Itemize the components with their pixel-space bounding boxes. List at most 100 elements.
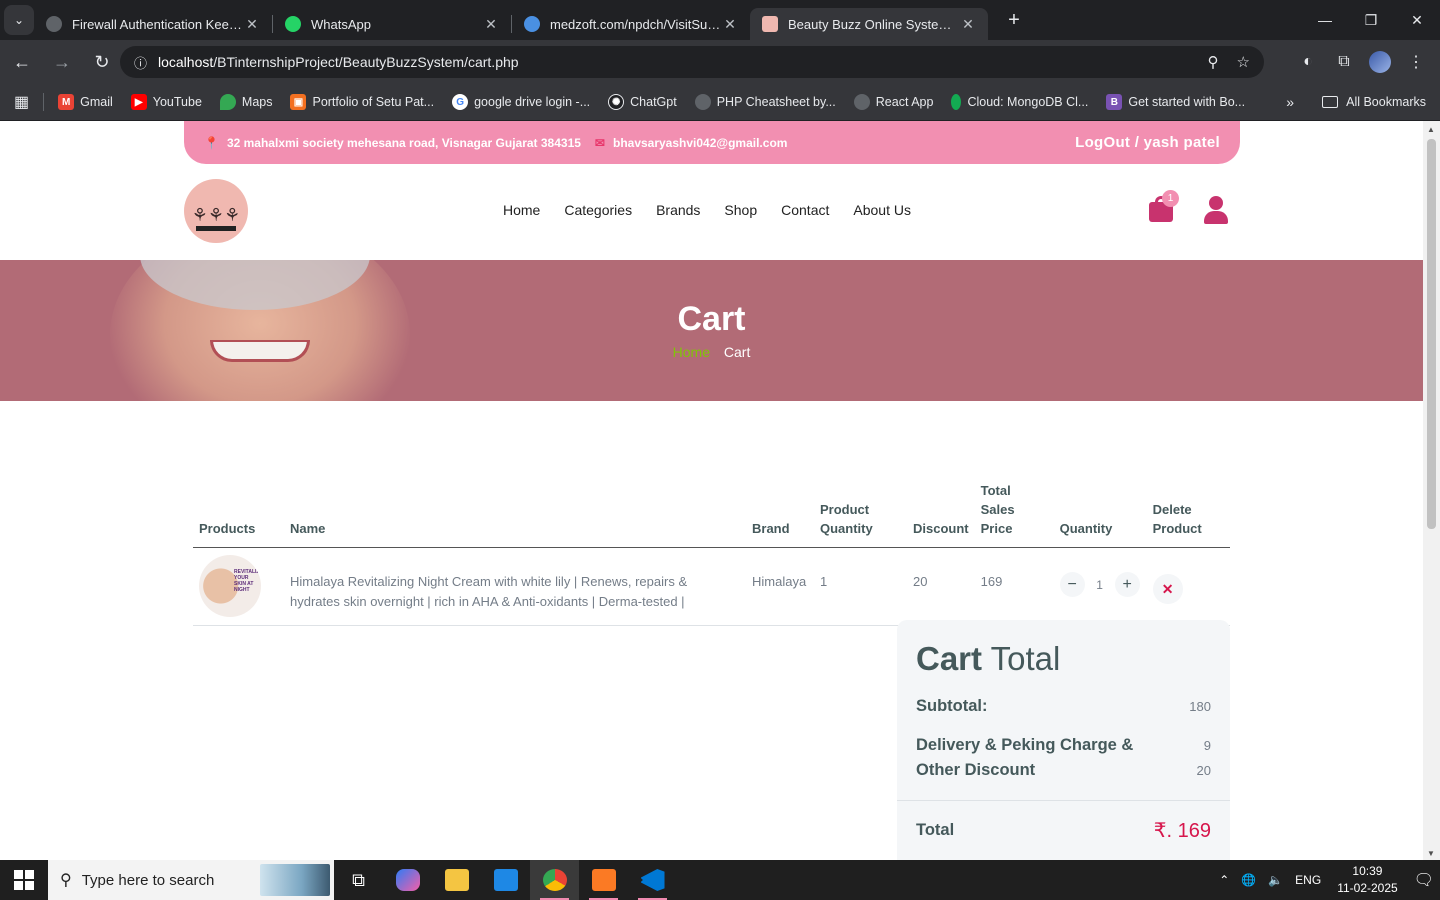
close-icon[interactable]: ✕ [722,16,738,33]
page-scrollbar[interactable]: ▲ ▼ [1423,121,1440,860]
url-text[interactable]: localhost/BTinternshipProject/BeautyBuzz… [158,54,1190,70]
bookmark-item[interactable]: Ggoogle drive login -... [452,94,590,110]
grand-total-value: ₹. 169 [1153,820,1211,842]
subtotal-value: 180 [1189,699,1211,714]
folder-icon [1322,96,1339,108]
nav-shop[interactable]: Shop [724,202,757,218]
close-icon[interactable]: ✕ [483,16,499,33]
breadcrumb-home-link[interactable]: Home [673,344,710,360]
browser-tab[interactable]: Firewall Authentication Keepalive ✕ [34,8,272,40]
cart-total-heading-rest: Total [982,640,1061,677]
bookmark-item[interactable]: M Gmail [58,94,113,110]
all-bookmarks-button[interactable]: All Bookmarks [1322,95,1426,109]
minus-icon[interactable]: − [1059,572,1085,597]
system-tray: ⌃ 🌐 🔈 ENG 10:39 11-02-2025 🗨 [1213,860,1440,900]
vscode-icon[interactable] [628,860,677,900]
windows-taskbar: ⚲ Type here to search ⧉ ⌃ 🌐 🔈 ENG 10:39 … [0,860,1440,900]
copilot-icon[interactable] [383,860,432,900]
browser-tab-active[interactable]: Beauty Buzz Online System - Ca ✕ [750,8,988,40]
scroll-up-icon[interactable]: ▲ [1427,125,1435,134]
new-tab-button[interactable]: + [1000,9,1028,32]
cart-table: Products Name Brand Product Quantity Dis… [193,481,1230,626]
notifications-icon[interactable]: 🗨 [1414,870,1434,890]
page-hero-banner: Cart Home Cart [0,260,1423,401]
back-arrow-icon[interactable]: ← [4,44,40,80]
microsoft-store-icon[interactable] [481,860,530,900]
bookmark-label: Portfolio of Setu Pat... [312,95,435,109]
bookmark-item[interactable]: ✺ ChatGpt [608,94,677,110]
nav-about-us[interactable]: About Us [853,202,911,218]
bookmark-item[interactable]: React App [853,94,933,110]
bookmark-label: Gmail [80,95,113,109]
task-view-icon[interactable]: ⧉ [334,860,383,900]
nav-home[interactable]: Home [503,202,540,218]
nav-brands[interactable]: Brands [656,202,700,218]
col-quantity: Quantity [1053,481,1147,548]
windows-start-icon[interactable] [0,860,48,900]
browser-tab[interactable]: WhatsApp ✕ [273,8,511,40]
tray-chevron-up-icon[interactable]: ⌃ [1219,873,1229,887]
bookmark-item[interactable]: ▣ Portfolio of Setu Pat... [290,94,434,110]
delete-x-icon[interactable]: ✕ [1152,574,1183,604]
nav-contact[interactable]: Contact [781,202,829,218]
network-globe-icon[interactable]: 🌐 [1241,873,1256,887]
contact-topbar: 📍 32 mahalxmi society mehesana road, Vis… [184,121,1240,164]
speaker-icon[interactable]: 🔈 [1268,873,1283,887]
user-icon[interactable] [1203,196,1229,224]
site-logo[interactable]: ⚘⚘⚘ [184,179,248,243]
envelope-icon: ✉ [594,135,605,150]
scroll-down-icon[interactable]: ▼ [1427,849,1435,858]
restore-icon[interactable]: ❐ [1348,0,1394,40]
product-image-cell: REVITALIZE YOUR SKIN AT NIGHT [193,547,284,626]
bookmark-item[interactable]: B Get started with Bo... [1106,94,1245,110]
chrome-icon[interactable] [530,860,579,900]
close-window-icon[interactable]: ✕ [1394,0,1440,40]
extension-status-icon[interactable]: ◐ [1290,44,1326,80]
bookmarks-bar: ▦ M Gmail ▶ YouTube Maps ▣ Portfolio of Set… [0,84,1440,121]
clock-date: 11-02-2025 [1337,881,1398,895]
xampp-icon[interactable] [579,860,628,900]
maps-icon [219,94,236,110]
delivery-value: 9 [1203,738,1211,753]
forward-arrow-icon[interactable]: → [44,44,80,80]
bookmark-item[interactable]: ▶ YouTube [130,94,202,110]
zoom-icon[interactable]: ⚲ [1208,53,1219,71]
tab-search-button[interactable]: ⌄ [4,5,34,35]
bookmark-item[interactable]: PHP Cheatsheet by... [694,94,836,110]
bookmark-label: ChatGpt [630,95,677,109]
file-explorer-icon[interactable] [432,860,481,900]
product-thumbnail[interactable]: REVITALIZE YOUR SKIN AT NIGHT [199,555,261,617]
bookmark-item[interactable]: Maps [219,94,272,110]
extensions-puzzle-icon[interactable]: ⧉ [1326,44,1362,80]
shopping-bag-icon[interactable]: 1 [1148,190,1179,222]
apps-grid-icon[interactable]: ▦ [14,92,29,112]
kebab-menu-icon[interactable]: ⋮ [1398,44,1434,80]
grand-total-row: Total ₹. 169 [916,818,1211,843]
clock[interactable]: 10:39 11-02-2025 [1337,863,1398,897]
cart-table-wrapper: Products Name Brand Product Quantity Dis… [193,481,1230,626]
quantity-value[interactable]: 1 [1085,575,1115,595]
search-highlight-image [260,864,330,896]
address-bar[interactable]: ⓘ localhost/BTinternshipProject/BeautyBu… [120,46,1264,78]
scrollbar-thumb[interactable] [1427,139,1436,529]
browser-tab[interactable]: medzoft.com/npdch/VisitSumm ✕ [512,8,750,40]
profile-avatar[interactable] [1362,44,1398,80]
delete-cell: ✕ [1146,547,1230,626]
nav-categories[interactable]: Categories [564,202,632,218]
plus-icon[interactable]: + [1114,572,1140,597]
taskbar-search-box[interactable]: ⚲ Type here to search [48,860,334,900]
close-icon[interactable]: ✕ [960,16,976,33]
close-icon[interactable]: ✕ [244,16,260,33]
site-info-icon[interactable]: ⓘ [134,53,158,72]
bookmark-star-icon[interactable]: ☆ [1237,53,1250,71]
reload-icon[interactable]: ↻ [84,44,120,80]
minimize-icon[interactable]: — [1302,0,1348,40]
logout-link[interactable]: LogOut / yash patel [1075,134,1220,151]
delivery-values: 9 20 [1197,733,1211,783]
cart-count-badge: 1 [1162,190,1179,207]
bookmark-item[interactable]: Cloud: MongoDB Cl... [951,94,1088,110]
more-bookmarks-icon[interactable]: » [1286,94,1294,110]
language-indicator[interactable]: ENG [1295,873,1321,887]
contact-email[interactable]: bhavsaryashvi042@gmail.com [613,136,787,150]
col-name: Name [284,481,746,548]
